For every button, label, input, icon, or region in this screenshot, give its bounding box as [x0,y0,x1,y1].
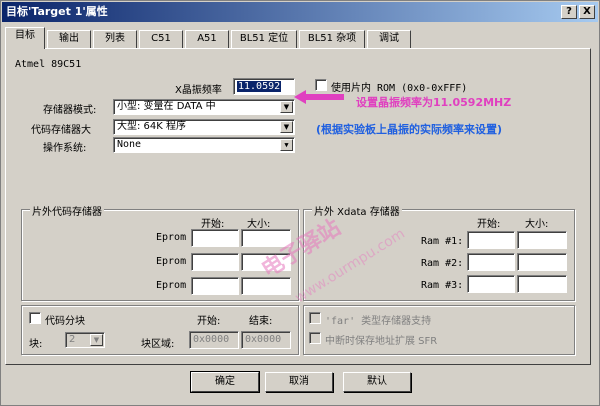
annotation-arrow-icon [294,90,344,104]
properties-dialog: 目标'Target 1'属性 ? X 目标 输出 列表 C51 A51 BL51… [0,0,600,406]
offchip-code-title: 片外代码存储器 [30,203,104,218]
ram-1-size[interactable] [517,231,567,249]
annotation-note: (根据实验板上晶振的实际频率来设置) [316,123,503,136]
chevron-down-icon[interactable]: ▼ [280,121,293,133]
sfr-save-label: 中断时保存地址扩展 SFR [325,336,438,347]
tab-bl51-misc[interactable]: BL51 杂项 [299,30,365,48]
code-rom-label: 代码存储器大 [31,125,91,136]
memory-model-select[interactable]: 小型: 变量在 DATA 中 ▼ [113,99,295,115]
ram-2-label: Ram #2: [421,258,464,269]
eprom-2-start[interactable] [191,253,239,271]
offchip-xdata-start-label: 开始: [477,219,501,230]
code-banking-label: 代码分块 [45,316,85,327]
xtal-label: X晶振频率 [175,85,222,96]
bank-area-label: 块区域: [141,339,175,350]
tab-output[interactable]: 输出 [47,30,91,48]
ram-3-start[interactable] [467,275,515,293]
xtal-input[interactable]: 11.0592 [233,78,295,95]
code-banking-end-label: 结束: [249,316,273,327]
ram-2-size[interactable] [517,253,567,271]
title-bar: 目标'Target 1'属性 ? X [2,2,598,22]
bank-area-end[interactable]: 0x0000 [241,331,291,349]
ram-1-label: Ram #1: [421,236,464,247]
eprom-3-size[interactable] [241,277,291,295]
onchip-rom-label: 使用片内 ROM (0x0-0xFFF) [331,83,468,94]
bank-area-start[interactable]: 0x0000 [189,331,239,349]
eprom-3-start[interactable] [191,277,239,295]
bank-select[interactable]: 2 ▼ [65,332,105,348]
chevron-down-icon[interactable]: ▼ [90,334,103,346]
ok-button[interactable]: 确定 [190,371,260,393]
offchip-code-size-label: 大小: [247,219,271,230]
device-name: Atmel 89C51 [15,59,82,70]
default-button[interactable]: 默认 [343,372,411,392]
code-rom-select[interactable]: 大型: 64K 程序 ▼ [113,119,295,135]
tab-c51[interactable]: C51 [139,30,183,48]
tab-bl51-locate[interactable]: BL51 定位 [231,30,297,48]
os-select[interactable]: None ▼ [113,137,295,153]
far-support-label: 'far' 类型存储器支持 [325,316,432,327]
tab-debug[interactable]: 调试 [367,30,411,48]
ram-3-size[interactable] [517,275,567,293]
bank-label: 块: [29,339,43,350]
annotation-xtal: 设置晶振频率为11.0592MHZ [356,96,512,109]
code-banking-checkbox[interactable] [29,312,41,324]
ram-1-start[interactable] [467,231,515,249]
code-banking-start-label: 开始: [197,316,221,327]
sfr-save-checkbox[interactable] [309,332,321,344]
eprom-3-label: Eprom [156,280,187,291]
tab-a51[interactable]: A51 [185,30,229,48]
offchip-code-start-label: 开始: [201,219,225,230]
tab-listing[interactable]: 列表 [93,30,137,48]
cancel-button[interactable]: 取消 [265,372,333,392]
offchip-xdata-size-label: 大小: [525,219,549,230]
eprom-1-label: Eprom [156,232,187,243]
far-support-checkbox[interactable] [309,312,321,324]
memory-model-label: 存储器模式: [43,105,97,116]
window-title: 目标'Target 1'属性 [6,5,108,18]
close-button[interactable]: X [579,5,595,19]
ram-2-start[interactable] [467,253,515,271]
tab-target[interactable]: 目标 [5,27,45,49]
eprom-2-label: Eprom [156,256,187,267]
ram-3-label: Ram #3: [421,280,464,291]
chevron-down-icon[interactable]: ▼ [280,101,293,113]
help-button[interactable]: ? [561,5,577,19]
eprom-1-start[interactable] [191,229,239,247]
os-label: 操作系统: [43,143,87,154]
chevron-down-icon[interactable]: ▼ [280,139,293,151]
